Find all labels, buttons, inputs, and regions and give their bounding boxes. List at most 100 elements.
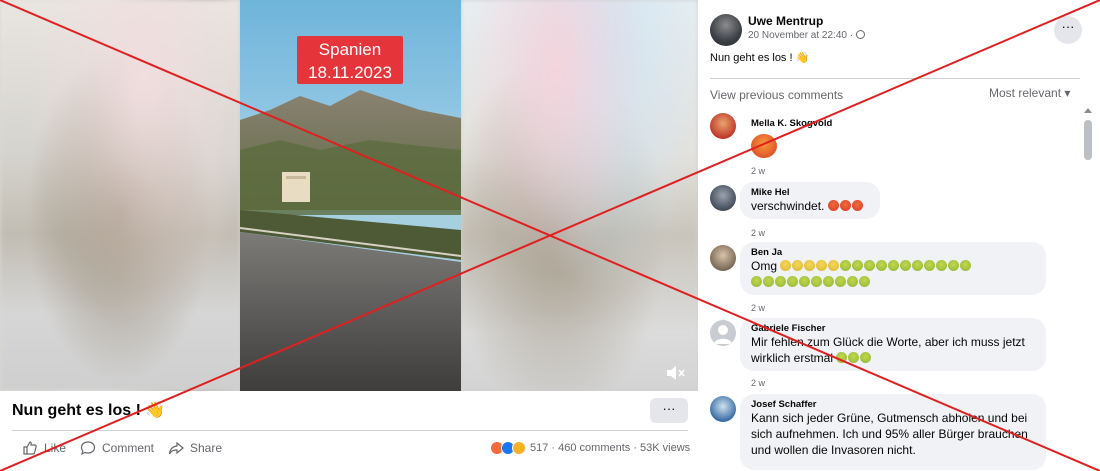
post-title: Nun geht es los ! 👋 [12,400,165,420]
nauseated-face-icon [948,260,960,271]
stats-text[interactable]: 517 · 460 comments · 53K views [530,442,690,454]
nauseated-face-icon [799,276,810,287]
video-player[interactable]: Spanien 18.11.2023 [0,0,698,391]
angry-face-icon [827,200,839,211]
comment-time[interactable]: 2 w [751,303,765,313]
nauseated-face-icon [876,260,888,271]
comment-text-content: verschwindet. [751,199,825,213]
share-arrow-icon [168,441,184,455]
angry-face-icon [839,200,851,211]
nauseated-face-icon [792,260,804,271]
comment-author[interactable]: Mike Hel [751,187,869,198]
nauseated-face-icon [823,276,834,287]
globe-icon [855,30,865,39]
like-label: Like [44,441,67,455]
author-avatar[interactable] [710,14,742,46]
nauseated-face-icon [847,276,858,287]
nauseated-face-icon [900,260,912,271]
post-meta: 20 November at 22:40 · [748,30,865,41]
comment-author[interactable]: Josef Schaffer [751,399,1035,410]
author-name[interactable]: Uwe Mentrup [748,14,823,28]
nauseated-face-icon [888,260,900,271]
default-user-icon [714,325,732,344]
nauseated-face-icon [852,260,864,271]
nauseated-face-icon [864,260,876,271]
screenshot-root: Spanien 18.11.2023 Nun geht es los ! 👋 ·… [0,0,1100,471]
nauseated-face-icon [828,260,840,271]
comment-item: Mella K. Skogvold [751,118,832,129]
comment-bubble: Ben Ja Omg [740,242,1046,295]
sort-dropdown[interactable]: Most relevant ▾ [989,86,1070,100]
sidebar-more-button[interactable]: ··· [1054,16,1082,44]
nauseated-face-icon [848,352,860,363]
sidebar-divider [710,78,1080,79]
nauseated-face-icon [859,276,870,287]
waving-hand-icon: 👋 [145,402,166,419]
comment-avatar[interactable] [710,245,736,271]
video-blur-right [461,0,698,391]
comment-time[interactable]: 2 w [751,166,765,176]
comment-bubble: Josef Schaffer Kann sich jeder Grüne, Gu… [740,394,1046,470]
comment-text: verschwindet. [751,198,869,214]
nauseated-face-icon [924,260,936,271]
comment-avatar[interactable] [710,320,736,346]
nauseated-face-icon [860,352,872,363]
comments-scrollbar[interactable] [1082,108,1094,471]
nauseated-face-icon [840,260,852,271]
comment-author[interactable]: Gabriele Fischer [751,323,1035,334]
share-button[interactable]: Share [168,440,222,456]
comment-time[interactable]: 2 w [751,378,765,388]
nauseated-face-icon [763,276,774,287]
nauseated-face-icon [804,260,816,271]
like-button[interactable]: Like [22,440,66,456]
comment-avatar[interactable] [710,185,736,211]
comment-text-content: Mir fehlen zum Glück die Worte, aber ich… [751,335,1025,365]
comment-author[interactable]: Ben Ja [751,247,1035,258]
scroll-thumb[interactable] [1084,120,1092,160]
video-blur-left [0,0,240,391]
video-date-label: Spanien 18.11.2023 [297,36,403,84]
share-label: Share [190,441,223,455]
comment-bubble: Mike Hel verschwindet. [740,182,880,219]
post-stats: 517 · 460 comments · 53K views [490,441,690,455]
post-timestamp[interactable]: 20 November at 22:40 · [748,30,853,41]
nauseated-face-icon [816,260,828,271]
nauseated-face-icon [811,276,822,287]
post-title-text: Nun geht es los ! [12,402,141,419]
post-sidebar: Uwe Mentrup 20 November at 22:40 · ··· N… [698,0,1100,471]
scroll-up-arrow-icon[interactable] [1084,108,1092,113]
comment-text: Omg [751,258,1035,290]
comment-button[interactable]: Comment [80,440,154,456]
speaker-muted-icon[interactable] [665,365,685,381]
comment-bubble: Gabriele Fischer Mir fehlen zum Glück di… [740,318,1046,371]
nauseated-face-icon [775,276,786,287]
video-date-label-line1: Spanien [318,40,382,59]
comment-text-line3: und wollen die Invasoren nicht. [751,443,916,457]
post-more-button[interactable]: ··· [650,398,688,423]
nauseated-face-icon [835,276,846,287]
comment-text: Mir fehlen zum Glück die Worte, aber ich… [751,334,1035,366]
wow-reaction-icon [512,441,526,455]
comment-avatar[interactable] [710,396,736,422]
comment-avatar[interactable] [710,113,736,139]
thumbs-up-icon [23,441,37,455]
comment-sticker-image [751,134,777,158]
post-text: Nun geht es los ! 👋 [710,52,810,64]
comment-text-line2: sich aufnehmen. Ich und 95% aller Bürger… [751,427,1028,441]
comment-author[interactable]: Mella K. Skogvold [751,118,832,129]
comment-text-content: Omg [751,259,778,273]
comment-bubble-icon [80,441,96,456]
comment-text-line1: Kann sich jeder Grüne, Gutmensch abholen… [751,411,1028,425]
comment-label: Comment [102,441,155,455]
nauseated-face-icon [780,260,792,271]
video-date-label-line2: 18.11.2023 [308,63,392,82]
nauseated-face-icon [960,260,972,271]
view-previous-comments-link[interactable]: View previous comments [710,88,843,102]
angry-face-icon [851,200,863,211]
nauseated-face-icon [787,276,798,287]
nauseated-face-icon [751,276,762,287]
nauseated-face-icon [912,260,924,271]
post-divider [12,430,688,431]
comment-time[interactable]: 2 w [751,228,765,238]
nauseated-face-icon [936,260,948,271]
